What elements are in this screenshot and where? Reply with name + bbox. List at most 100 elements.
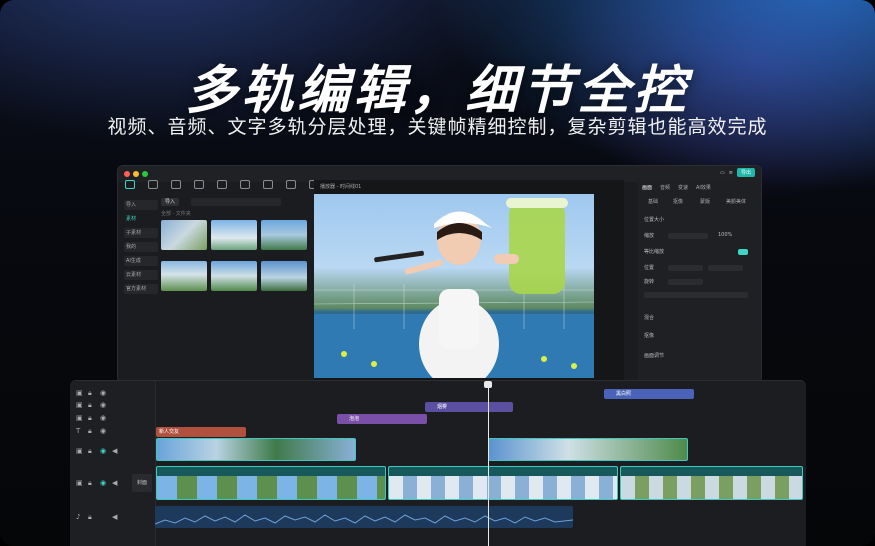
lock-icon[interactable]: 🔒︎ xyxy=(88,479,92,488)
player-title: 播放器 - 时间线01 xyxy=(320,184,362,190)
row-rotate: 旋转 xyxy=(644,279,655,285)
audio-tool[interactable] xyxy=(145,180,161,200)
media-thumbnail[interactable] xyxy=(211,220,257,250)
row-scale: 缩放 xyxy=(644,233,655,239)
sticker-track-icon: ▣ xyxy=(76,414,83,422)
nav-item-import[interactable]: 导入 xyxy=(124,200,158,210)
media-tool[interactable] xyxy=(122,180,138,200)
transition-icon xyxy=(240,180,250,189)
audio-icon xyxy=(148,180,158,189)
media-left-nav: 导入 素材 子素材 我的 AI生成 云素材 官方素材 xyxy=(124,200,158,298)
audio-track-icon: ♪ xyxy=(76,513,81,521)
row-adjust[interactable]: 画面调节 xyxy=(644,352,664,359)
row-position: 位置 xyxy=(644,265,655,271)
lock-icon[interactable]: 🔒︎ xyxy=(88,513,92,522)
eye-icon[interactable]: ◉ xyxy=(100,427,106,435)
player-panel: 播放器 - 时间线01 xyxy=(314,180,624,380)
playhead[interactable] xyxy=(488,381,489,546)
main-video-clip[interactable] xyxy=(156,466,386,500)
media-breadcrumb: 全部 · 文件夹 xyxy=(161,211,191,217)
lock-icon[interactable]: 🔒︎ xyxy=(88,427,92,436)
nav-item-assets[interactable]: 素材 xyxy=(124,214,158,224)
top-right-controls: ▭ ≡ 导出 xyxy=(720,168,755,177)
eye-icon[interactable]: ◉ xyxy=(100,447,106,455)
lock-icon[interactable]: 🔒︎ xyxy=(88,414,92,423)
row-blend[interactable]: 混合 xyxy=(644,314,654,321)
preview-frame[interactable] xyxy=(314,194,594,378)
eye-icon[interactable]: ◉ xyxy=(100,414,106,422)
overlay-track-icon: ▣ xyxy=(76,447,83,455)
clip-header xyxy=(389,467,617,476)
effects-icon xyxy=(217,180,227,189)
media-thumbnail[interactable] xyxy=(161,261,207,291)
close-window-button[interactable] xyxy=(124,171,130,177)
import-button[interactable]: 导入 xyxy=(161,198,179,206)
row-keying[interactable]: 抠像 xyxy=(644,332,654,339)
subtab-beauty[interactable]: 美颜美体 xyxy=(726,198,746,205)
uniform-scale-toggle[interactable] xyxy=(738,249,748,255)
eye-icon[interactable]: ◉ xyxy=(100,389,106,397)
minimize-window-button[interactable] xyxy=(133,171,139,177)
scale-value[interactable]: 100% xyxy=(718,232,732,238)
lock-icon[interactable]: 🔒︎ xyxy=(88,401,92,410)
nav-item-ai[interactable]: AI生成 xyxy=(124,256,158,266)
tab-ai-effects[interactable]: AI效果 xyxy=(696,184,711,191)
lock-icon[interactable]: 🔒︎ xyxy=(88,447,92,456)
timeline-panel: ▣ 🔒︎ ◉ ▣ 🔒︎ ◉ ▣ 🔒︎ ◉ T 🔒︎ ◉ ▣ 🔒︎ ◉ ◀ ▣ 🔒… xyxy=(70,380,806,546)
scale-slider[interactable] xyxy=(668,233,708,239)
nav-item-sub-assets[interactable]: 子素材 xyxy=(124,228,158,238)
media-thumbnail[interactable] xyxy=(161,220,207,250)
main-video-clip[interactable] xyxy=(620,466,803,500)
effect-clip[interactable]: 烟雾 xyxy=(425,402,513,412)
media-search-input[interactable] xyxy=(191,198,281,206)
overlay-video-clip[interactable] xyxy=(156,438,356,461)
tab-speed[interactable]: 变速 xyxy=(678,184,688,191)
row-position-size: 位置大小 xyxy=(644,217,665,223)
media-thumbnail[interactable] xyxy=(211,261,257,291)
playhead-handle[interactable] xyxy=(484,381,492,388)
subtitle-icon xyxy=(263,180,273,189)
tab-picture[interactable]: 画面 xyxy=(642,184,652,191)
overlay-video-clip[interactable] xyxy=(488,438,688,461)
position-y-field[interactable] xyxy=(708,265,743,271)
subtab-basic[interactable]: 基础 xyxy=(648,198,658,205)
media-thumbnail[interactable] xyxy=(261,220,307,250)
media-panel: 导入 全部 · 文件夹 xyxy=(161,196,311,376)
text-clip[interactable]: 新人交友 xyxy=(156,427,246,437)
preview-image xyxy=(314,198,594,378)
lock-icon[interactable]: 🔒︎ xyxy=(88,389,92,398)
main-video-clip[interactable] xyxy=(388,466,618,500)
menu-icon[interactable]: ≡ xyxy=(729,170,733,176)
sticker-clip[interactable]: 泡泡 xyxy=(337,414,427,424)
volume-icon[interactable]: ◀ xyxy=(112,447,117,455)
filter-clip[interactable]: 黑白照 xyxy=(604,389,694,399)
filter-track-icon: ▣ xyxy=(76,389,83,397)
align-buttons[interactable] xyxy=(644,292,748,298)
nav-item-cloud[interactable]: 云素材 xyxy=(124,270,158,280)
nav-item-official[interactable]: 官方素材 xyxy=(124,284,158,294)
export-button[interactable]: 导出 xyxy=(736,168,755,177)
track-headers: ▣ 🔒︎ ◉ ▣ 🔒︎ ◉ ▣ 🔒︎ ◉ T 🔒︎ ◉ ▣ 🔒︎ ◉ ◀ ▣ 🔒… xyxy=(70,381,156,546)
position-x-field[interactable] xyxy=(668,265,703,271)
nav-item-mine[interactable]: 我的 xyxy=(124,242,158,252)
volume-icon[interactable]: ◀ xyxy=(112,479,117,487)
main-track-icon: ▣ xyxy=(76,479,83,487)
row-uniform-scale: 等比缩放 xyxy=(644,249,665,255)
layout-icon[interactable]: ▭ xyxy=(720,170,725,176)
maximize-window-button[interactable] xyxy=(142,171,148,177)
rotate-field[interactable] xyxy=(668,279,703,285)
eye-icon[interactable]: ◉ xyxy=(100,479,106,487)
clip-header xyxy=(621,467,802,476)
audio-clip[interactable] xyxy=(155,506,573,528)
volume-icon[interactable]: ◀ xyxy=(112,513,117,521)
clip-header xyxy=(157,467,385,476)
tab-audio[interactable]: 音频 xyxy=(660,184,670,191)
text-track-icon: T xyxy=(76,427,81,435)
subtab-mask[interactable]: 蒙版 xyxy=(700,198,710,205)
effect-track-icon: ▣ xyxy=(76,401,83,409)
media-thumbnail[interactable] xyxy=(261,261,307,291)
cover-button[interactable]: 封面 xyxy=(132,474,152,492)
media-icon xyxy=(125,180,135,189)
subtab-keying[interactable]: 抠像 xyxy=(673,198,683,205)
eye-icon[interactable]: ◉ xyxy=(100,401,106,409)
